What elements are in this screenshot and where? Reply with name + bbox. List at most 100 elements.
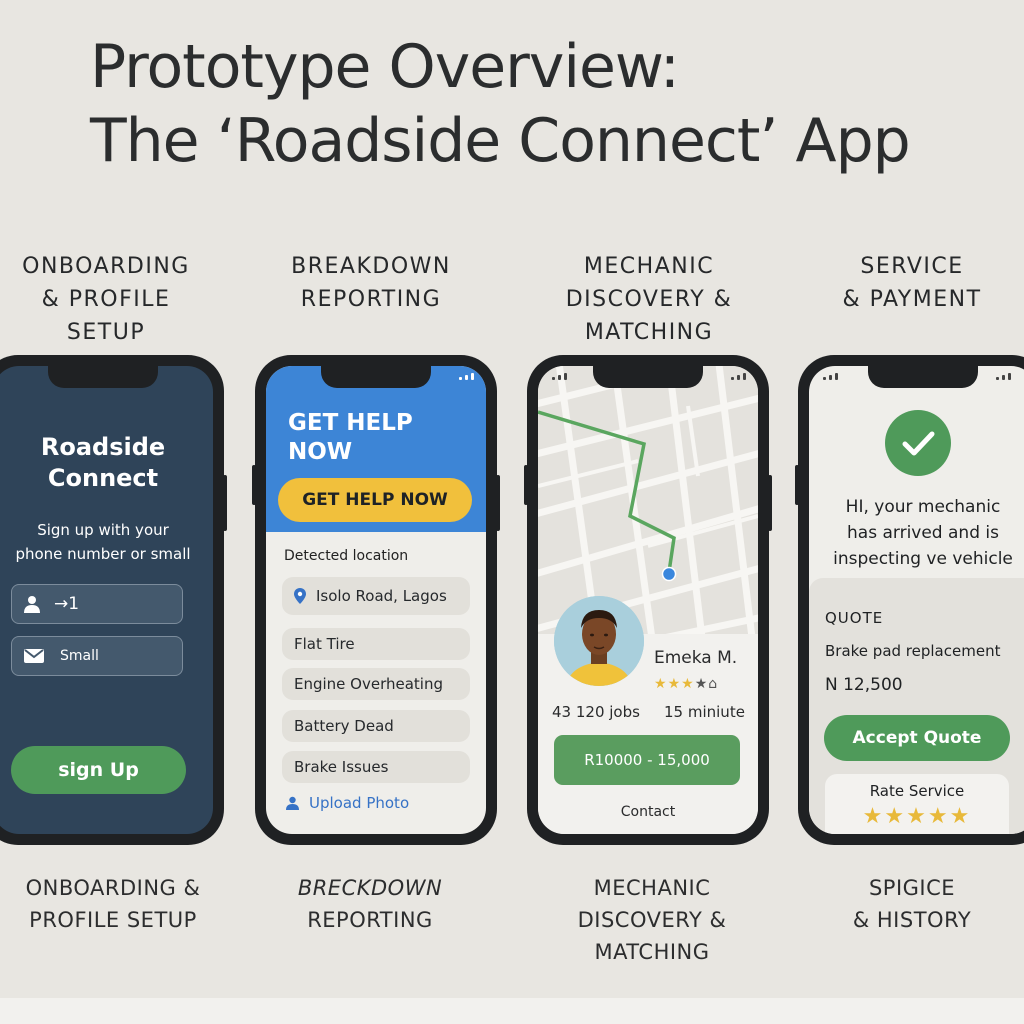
- signup-subtitle: Sign up with your phone number or small: [0, 518, 213, 566]
- phone-side-button: [496, 475, 500, 531]
- phone-side-button: [252, 465, 256, 505]
- checkmark-icon: [902, 431, 935, 456]
- mail-icon: [24, 649, 44, 663]
- avatar-image: [554, 596, 644, 686]
- star-icon[interactable]: ★: [950, 804, 972, 829]
- contact-button[interactable]: Contact: [538, 804, 758, 820]
- phone-notch: [868, 366, 978, 388]
- rate-service-label: Rate Service: [869, 782, 965, 800]
- message-line: HI, your mechanic: [845, 497, 1001, 517]
- issue-option[interactable]: Battery Dead: [282, 710, 470, 742]
- issue-option[interactable]: Brake Issues: [282, 751, 470, 783]
- star-icon[interactable]: ★: [884, 804, 906, 829]
- rate-stars[interactable]: ★★★★★: [825, 804, 1009, 829]
- street-map[interactable]: [538, 366, 758, 636]
- star-icon: ★: [654, 676, 668, 692]
- signal-icon: [823, 373, 838, 380]
- heading-line: REPORTING: [300, 287, 442, 312]
- success-check: [885, 410, 951, 476]
- email-field[interactable]: Small: [11, 636, 183, 676]
- phone-side-button: [795, 465, 799, 505]
- location-field[interactable]: Isolo Road, Lagos: [282, 577, 470, 615]
- heading-line: & PAYMENT: [842, 287, 982, 312]
- footer-line: REPORTING: [307, 908, 433, 932]
- upload-photo-link[interactable]: Upload Photo: [286, 794, 409, 812]
- phone-notch: [593, 366, 703, 388]
- column-heading-breakdown: BREAKDOWN REPORTING: [262, 250, 480, 316]
- mechanic-screen: Emeka M. ★★★★⌂ 43 120 jobs 15 miniute R1…: [538, 366, 758, 834]
- price-range-button[interactable]: R10000 - 15,000: [554, 735, 740, 785]
- signup-button[interactable]: sign Up: [11, 746, 186, 794]
- column-heading-onboarding: ONBOARDING & PROFILE SETUP: [0, 250, 212, 349]
- phone-number-field[interactable]: →1: [11, 584, 183, 624]
- heading-line: & PROFILE SETUP: [41, 287, 171, 345]
- quote-item: Brake pad replacement: [825, 642, 1001, 660]
- column-footer-service: SPIGICE & HISTORY: [818, 872, 1006, 936]
- star-icon[interactable]: ★: [906, 804, 928, 829]
- star-icon: ★: [667, 676, 682, 692]
- signal-icon: [731, 373, 746, 380]
- heading-line: MECHANIC: [583, 254, 715, 279]
- app-name-line: Roadside: [40, 433, 166, 461]
- email-value: Small: [60, 648, 99, 664]
- hero-title-line: NOW: [288, 439, 353, 465]
- breakdown-screen: GET HELP NOW GET HELP NOW Detected locat…: [266, 366, 486, 834]
- upload-photo-label: Upload Photo: [309, 794, 410, 812]
- phone-notch: [321, 366, 431, 388]
- service-screen: HI, your mechanic has arrived and is ins…: [809, 366, 1024, 834]
- hero-title-line: GET HELP: [288, 410, 413, 436]
- rate-service-card: Rate Service ★★★★★: [825, 774, 1009, 834]
- signal-icon: [552, 373, 567, 380]
- footer-line: SPIGICE: [868, 876, 956, 900]
- footer-line: ONBOARDING &: [25, 876, 201, 900]
- column-heading-service: SERVICE & PAYMENT: [818, 250, 1006, 316]
- star-icon[interactable]: ★: [928, 804, 950, 829]
- bottom-strip: [0, 998, 1024, 1024]
- mechanic-name: Emeka M.: [654, 648, 738, 668]
- user-icon: [286, 796, 299, 810]
- app-name: Roadside Connect: [0, 432, 213, 494]
- mechanic-avatar: [554, 596, 644, 686]
- subtitle-line: phone number or small: [15, 545, 191, 563]
- column-footer-breakdown: BRECKDOWN REPORTING: [268, 872, 472, 936]
- message-line: has arrived and is: [847, 523, 999, 543]
- mechanic-jobs: 43 120 jobs: [552, 703, 640, 721]
- phone-breakdown: GET HELP NOW GET HELP NOW Detected locat…: [252, 355, 500, 845]
- phone-side-button: [768, 475, 772, 531]
- title-line-2: The ‘Roadside Connect’ App: [90, 106, 911, 176]
- heading-line: SERVICE: [860, 254, 964, 279]
- footer-line: PROFILE SETUP: [29, 908, 197, 932]
- footer-line: BRECKDOWN: [297, 876, 443, 900]
- star-icon: ★: [681, 676, 695, 692]
- column-footer-mechanic: MECHANIC DISCOVERY & MATCHING: [550, 872, 754, 968]
- phone-onboarding: Roadside Connect Sign up with your phone…: [0, 355, 227, 845]
- quote-label: QUOTE: [825, 609, 884, 627]
- phone-side-button: [524, 465, 528, 505]
- star-icon[interactable]: ★: [863, 804, 885, 829]
- phone-notch: [48, 366, 158, 388]
- star-icon: ★: [694, 676, 709, 692]
- footer-line: MATCHING: [594, 940, 710, 964]
- message-line: inspecting ve vehicle: [833, 549, 1013, 569]
- issue-option[interactable]: Flat Tire: [282, 628, 470, 660]
- heading-line: DISCOVERY &: [565, 287, 733, 312]
- heading-line: MATCHING: [584, 320, 714, 345]
- quote-price: N 12,500: [825, 675, 903, 695]
- subtitle-line: Sign up with your: [37, 521, 169, 539]
- get-help-button[interactable]: GET HELP NOW: [278, 478, 472, 522]
- app-name-line: Connect: [47, 464, 159, 492]
- arrival-message: HI, your mechanic has arrived and is ins…: [809, 494, 1024, 572]
- phone-mechanic: Emeka M. ★★★★⌂ 43 120 jobs 15 miniute R1…: [524, 355, 772, 845]
- phone-side-button: [223, 475, 227, 531]
- column-heading-mechanic: MECHANIC DISCOVERY & MATCHING: [540, 250, 758, 349]
- footer-line: DISCOVERY &: [577, 908, 727, 932]
- detected-location-label: Detected location: [284, 548, 409, 564]
- user-icon: [24, 596, 40, 613]
- footer-line: MECHANIC: [593, 876, 711, 900]
- phone-service: HI, your mechanic has arrived and is ins…: [795, 355, 1024, 845]
- phone-number-value: →1: [54, 594, 80, 614]
- page-title: Prototype Overview: The ‘Roadside Connec…: [90, 30, 911, 178]
- issue-option[interactable]: Engine Overheating: [282, 668, 470, 700]
- mechanic-rating: ★★★★⌂: [654, 676, 718, 692]
- accept-quote-button[interactable]: Accept Quote: [824, 715, 1010, 761]
